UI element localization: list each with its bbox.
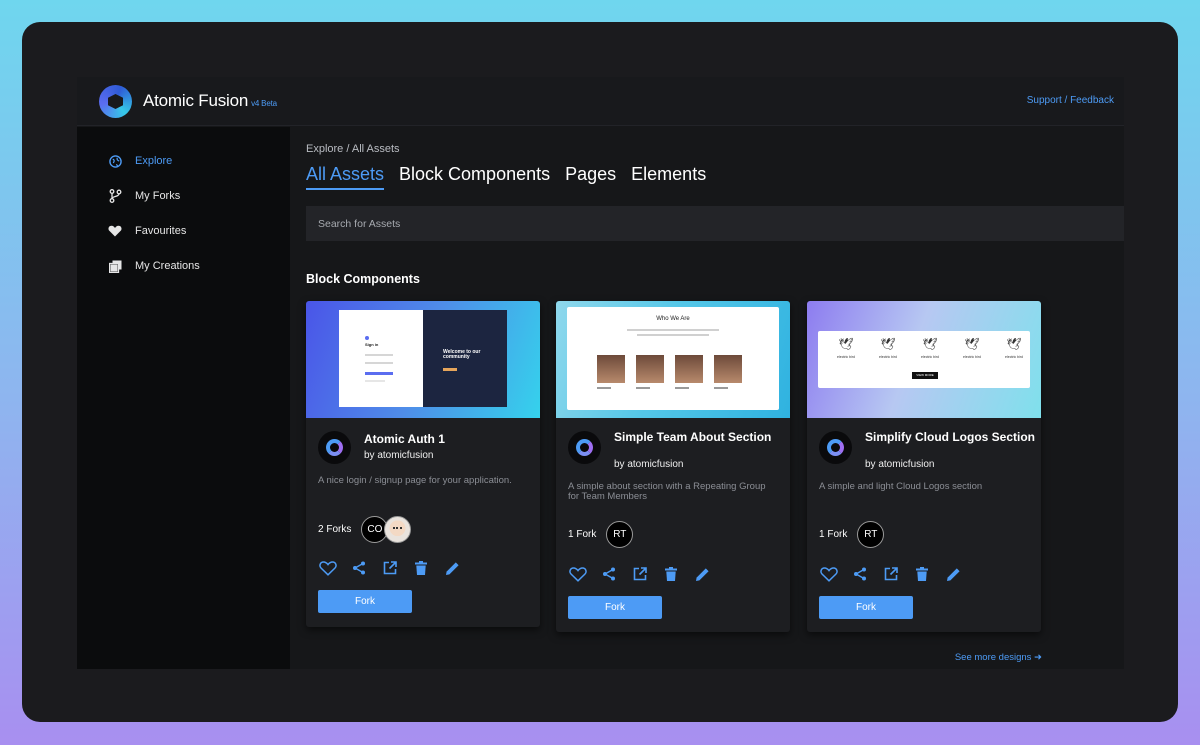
thumbnail-text: electric bird: [1005, 355, 1023, 359]
author-avatar[interactable]: [819, 431, 852, 464]
fork-info: 2 Forks CO: [318, 516, 412, 543]
asset-card-team-about[interactable]: Who We Are Simple Team About Section by …: [556, 301, 790, 632]
sidebar: Explore My Forks Favourites My Creations: [77, 127, 290, 669]
tab-pages[interactable]: Pages: [565, 164, 616, 190]
thumbnail-preview: 🕊 🕊 🕊 🕊 🕊 electric bird electric bird el…: [818, 331, 1030, 388]
edit-icon[interactable]: [944, 565, 962, 583]
user-avatar[interactable]: RT: [857, 521, 885, 548]
author-avatar[interactable]: [568, 431, 601, 464]
asset-card-atomic-auth[interactable]: Sign in Welcome to our community Atomic …: [306, 301, 540, 627]
top-bar: Atomic Fusion v4 Beta Support / Feedback: [77, 77, 1124, 126]
sidebar-item-label: My Creations: [135, 260, 200, 272]
sidebar-item-my-creations[interactable]: My Creations: [108, 258, 200, 274]
fork-info: 1 Fork RT: [819, 521, 885, 548]
app-window: Atomic Fusion v4 Beta Support / Feedback …: [77, 77, 1124, 669]
section-title: Block Components: [306, 272, 420, 286]
thumbnail-text: VIEW MORE: [916, 373, 934, 377]
card-header: Simplify Cloud Logos Section by atomicfu…: [807, 418, 1041, 474]
thumbnail-text: Who We Are: [656, 316, 690, 322]
globe-icon: [108, 154, 122, 168]
bird-icon: 🕊: [880, 337, 896, 351]
copy-icon: [108, 259, 122, 273]
card-actions: [820, 565, 962, 583]
thumbnail-preview-dark: Welcome to our community: [423, 310, 507, 407]
fork-button[interactable]: Fork: [568, 596, 662, 619]
trash-icon[interactable]: [412, 559, 430, 577]
sidebar-item-label: My Forks: [135, 190, 181, 202]
thumbnail-preview: Who We Are: [567, 307, 779, 410]
search-input[interactable]: [306, 206, 1124, 241]
card-description: A simple about section with a Repeating …: [568, 481, 766, 502]
sidebar-item-explore[interactable]: Explore: [108, 153, 172, 169]
heart-icon[interactable]: [569, 565, 587, 583]
card-author[interactable]: by atomicfusion: [614, 459, 683, 470]
share-icon[interactable]: [350, 559, 368, 577]
card-author[interactable]: by atomicfusion: [364, 450, 433, 461]
breadcrumb[interactable]: Explore / All Assets: [306, 143, 400, 155]
support-feedback-link[interactable]: Support / Feedback: [1027, 95, 1114, 106]
version-badge: v4 Beta: [251, 99, 277, 108]
card-thumbnail[interactable]: Sign in Welcome to our community: [306, 301, 540, 418]
card-thumbnail[interactable]: 🕊 🕊 🕊 🕊 🕊 electric bird electric bird el…: [807, 301, 1041, 418]
fork-info: 1 Fork RT: [568, 521, 634, 548]
fork-button[interactable]: Fork: [819, 596, 913, 619]
card-header: Atomic Auth 1 by atomicfusion: [306, 418, 540, 474]
card-description: A nice login / signup page for your appl…: [318, 475, 512, 486]
card-thumbnail[interactable]: Who We Are: [556, 301, 790, 418]
asset-card-cloud-logos[interactable]: 🕊 🕊 🕊 🕊 🕊 electric bird electric bird el…: [807, 301, 1041, 632]
thumbnail-text: electric bird: [963, 355, 981, 359]
card-author[interactable]: by atomicfusion: [865, 459, 934, 470]
main-content: Explore / All Assets All Assets Block Co…: [306, 127, 1124, 669]
fork-icon: [108, 189, 122, 203]
tab-block-components[interactable]: Block Components: [399, 164, 550, 190]
tab-elements[interactable]: Elements: [631, 164, 706, 190]
trash-icon[interactable]: [913, 565, 931, 583]
share-icon[interactable]: [851, 565, 869, 583]
tab-all-assets[interactable]: All Assets: [306, 164, 385, 190]
sidebar-item-label: Favourites: [135, 225, 187, 237]
card-title[interactable]: Simple Team About Section: [614, 431, 784, 443]
app-name[interactable]: Atomic Fusion v4 Beta: [143, 91, 277, 111]
sidebar-item-favourites[interactable]: Favourites: [108, 223, 186, 239]
author-avatar[interactable]: [318, 431, 351, 464]
heart-icon[interactable]: [319, 559, 337, 577]
fork-count: 1 Fork: [568, 529, 597, 540]
thumbnail-text: electric bird: [879, 355, 897, 359]
logo-icon[interactable]: [99, 85, 132, 118]
share-icon[interactable]: [600, 565, 618, 583]
card-title[interactable]: Simplify Cloud Logos Section: [865, 431, 1035, 443]
edit-icon[interactable]: [443, 559, 461, 577]
thumbnail-text: Welcome to our community: [443, 349, 481, 360]
bird-icon: 🕊: [838, 337, 854, 351]
fork-button[interactable]: Fork: [318, 590, 412, 613]
edit-icon[interactable]: [693, 565, 711, 583]
sidebar-item-label: Explore: [135, 155, 173, 167]
see-more-designs-link[interactable]: See more designs ➜: [955, 652, 1042, 663]
sidebar-item-my-forks[interactable]: My Forks: [108, 188, 180, 204]
thumbnail-text: electric bird: [837, 355, 855, 359]
card-description: A simple and light Cloud Logos section: [819, 481, 983, 492]
card-actions: [319, 559, 461, 577]
trash-icon[interactable]: [662, 565, 680, 583]
external-link-icon[interactable]: [381, 559, 399, 577]
heart-icon[interactable]: [820, 565, 838, 583]
user-avatar[interactable]: [384, 516, 412, 543]
card-actions: [569, 565, 711, 583]
fork-count: 1 Fork: [819, 529, 848, 540]
asset-tabs: All Assets Block Components Pages Elemen…: [306, 164, 721, 190]
external-link-icon[interactable]: [631, 565, 649, 583]
bird-icon: 🕊: [964, 337, 980, 351]
bird-icon: 🕊: [1006, 337, 1022, 351]
fork-count: 2 Forks: [318, 524, 352, 535]
card-header: Simple Team About Section by atomicfusio…: [556, 418, 790, 474]
thumbnail-text: Sign in: [365, 342, 379, 347]
user-avatar[interactable]: RT: [606, 521, 634, 548]
external-link-icon[interactable]: [882, 565, 900, 583]
heart-icon: [108, 224, 122, 238]
thumbnail-button: VIEW MORE: [912, 372, 938, 379]
card-title[interactable]: Atomic Auth 1: [364, 433, 534, 445]
thumbnail-text: electric bird: [921, 355, 939, 359]
bird-icon: 🕊: [922, 337, 938, 351]
app-title: Atomic Fusion: [143, 91, 249, 110]
